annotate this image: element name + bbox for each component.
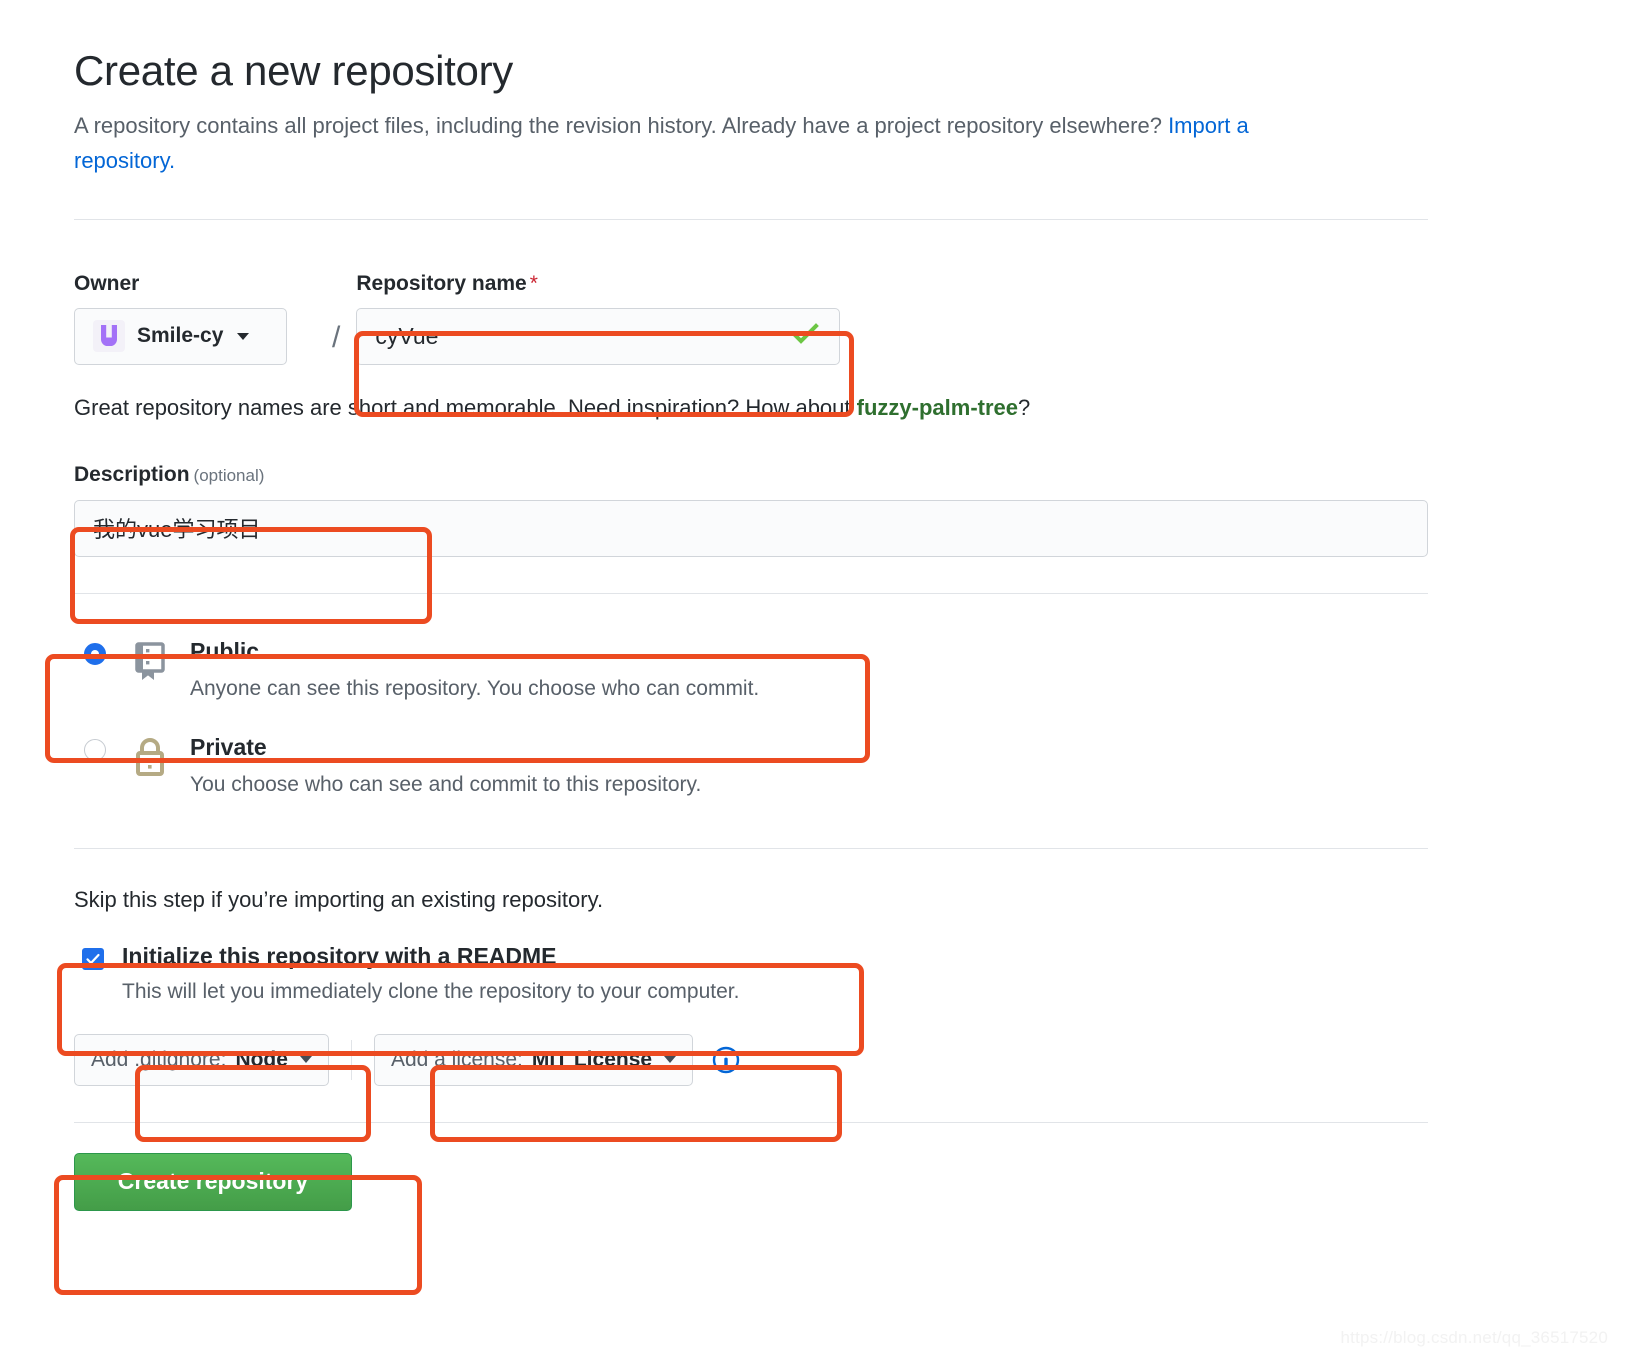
create-repository-button[interactable]: Create repository [74,1152,352,1211]
gitignore-select[interactable]: Add .gitignore: Node [74,1033,329,1086]
description-label-text: Description [74,462,190,486]
path-separator: / [332,320,341,354]
divider-submit [74,1121,1428,1123]
visibility-private-desc: You choose who can see and commit to thi… [190,772,702,796]
description-label: Description (optional) [74,463,264,486]
divider-initialize [74,847,1428,849]
page-subtitle: A repository contains all project files,… [74,108,1354,179]
visibility-option-private[interactable]: Private You choose who can see and commi… [74,718,1428,814]
required-marker: * [529,271,538,295]
lock-icon [128,734,172,783]
visibility-public-title: Public [190,637,260,664]
visibility-private-text: Private You choose who can see and commi… [190,732,701,798]
suggested-name: fuzzy-palm-tree [856,394,1018,420]
owner-column: Owner Smile-cy [74,272,322,365]
description-block: Description (optional) 我的vue学习项目 [74,463,1428,557]
divider-visibility [74,592,1428,594]
checkbox-readme[interactable] [82,947,104,970]
visibility-options: Public Anyone can see this repository. Y… [74,622,1428,814]
description-value: 我的vue学习项目 [93,517,261,543]
visibility-option-public[interactable]: Public Anyone can see this repository. Y… [74,622,1428,718]
chevron-down-icon [237,332,250,340]
repository-name-hint: Great repository names are short and mem… [74,395,1428,421]
repository-name-value: cyVue [375,322,439,349]
description-optional-note: (optional) [193,465,265,485]
chevron-down-icon [664,1056,677,1064]
license-prefix: Add a license: [390,1047,523,1071]
readme-text-block: Initialize this repository with a README… [122,943,739,1004]
radio-private[interactable] [84,738,106,761]
addons-separator [350,1039,352,1080]
hint-prefix: Great repository names are short and mem… [74,394,851,420]
repository-name-label: Repository name * [356,272,840,296]
description-input[interactable]: 我的vue学习项目 [74,499,1428,557]
chevron-down-icon [299,1056,312,1064]
skip-step-note: Skip this step if you’re importing an ex… [74,886,604,912]
gitignore-value: Node [235,1047,288,1071]
repository-name-label-text: Repository name [356,271,527,295]
license-select[interactable]: Add a license: MIT License [373,1033,694,1086]
owner-repo-row: Owner Smile-cy / Repository name * cyVue [74,272,1428,365]
owner-select-button[interactable]: Smile-cy [74,307,287,365]
visibility-private-title: Private [190,733,267,760]
hint-suffix: ? [1018,394,1031,420]
readme-option[interactable]: Initialize this repository with a README… [74,943,1428,1004]
radio-public[interactable] [84,642,106,665]
page-title: Create a new repository [74,47,513,94]
owner-label: Owner [74,271,140,295]
readme-label: Initialize this repository with a README [122,942,557,969]
info-icon[interactable] [711,1045,741,1075]
owner-name: Smile-cy [137,324,224,348]
book-icon [128,638,172,687]
gitignore-prefix: Add .gitignore: [91,1047,227,1071]
avatar [93,320,125,353]
readme-desc: This will let you immediately clone the … [122,979,740,1003]
addons-row: Add .gitignore: Node Add a license: MIT … [74,1033,1428,1086]
visibility-public-text: Public Anyone can see this repository. Y… [190,636,759,702]
check-icon [789,318,821,355]
repository-name-input[interactable]: cyVue [356,307,841,365]
divider-top [74,218,1428,220]
repository-name-column: Repository name * cyVue [356,272,841,365]
create-repository-page: Create a new repository A repository con… [0,0,1628,1370]
page-content: Create a new repository A repository con… [74,0,1428,1211]
watermark: https://blog.csdn.net/qq_36517520 [1340,1328,1608,1347]
visibility-public-desc: Anyone can see this repository. You choo… [190,676,760,700]
page-subtitle-text: A repository contains all project files,… [74,112,1162,138]
license-value: MIT License [531,1047,653,1071]
